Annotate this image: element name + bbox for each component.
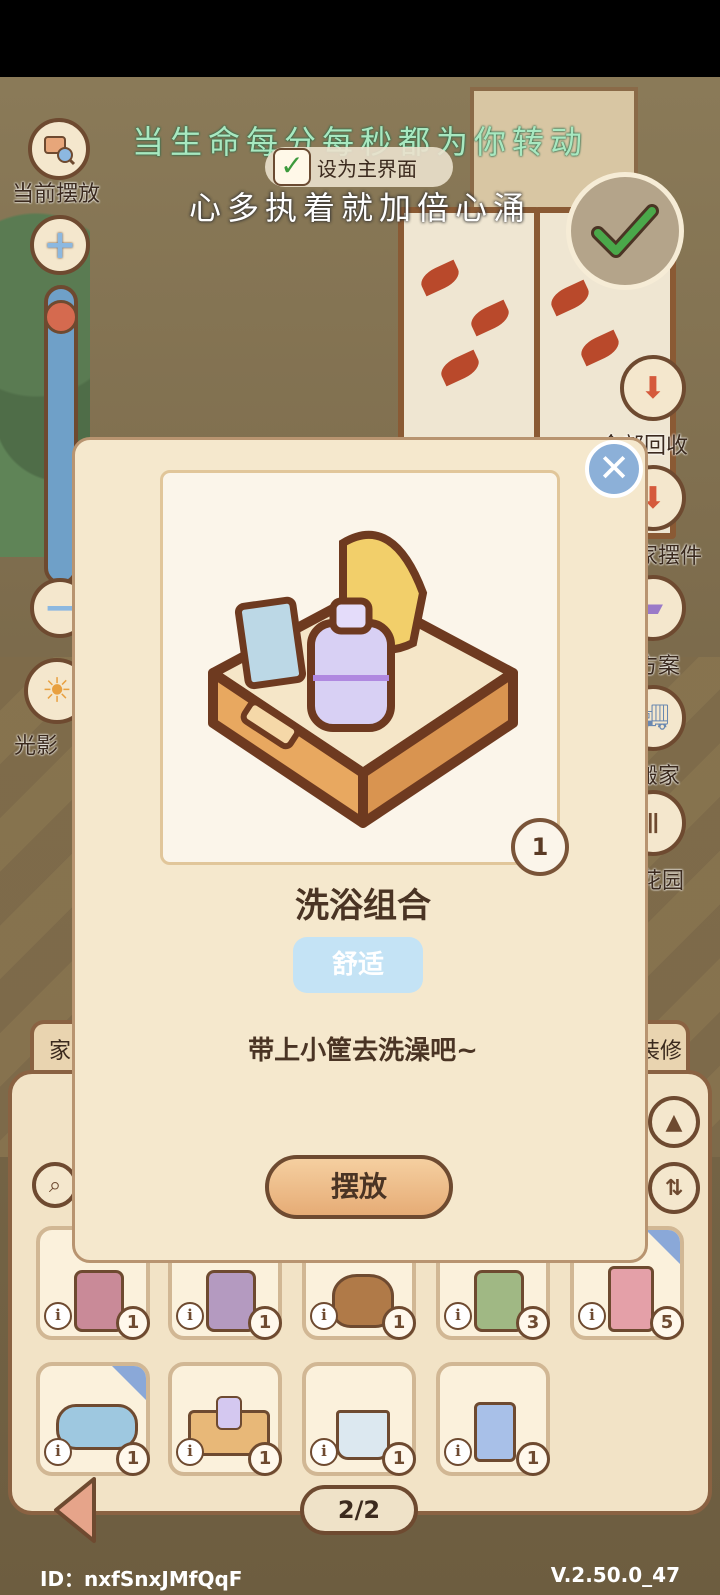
- recycle-all-button[interactable]: ⬇: [620, 355, 686, 421]
- bottle-icon: [216, 1396, 242, 1430]
- version-label: V.2.50.0_47: [550, 1563, 680, 1587]
- item-count: 1: [248, 1442, 282, 1476]
- item-count: 1: [248, 1306, 282, 1340]
- item-image-frame: [160, 470, 560, 865]
- back-arrow-icon[interactable]: [50, 1475, 100, 1545]
- user-id: ID：nxfSnxJMfQqF: [40, 1567, 243, 1591]
- item-count: 1: [116, 1442, 150, 1476]
- info-icon[interactable]: i: [578, 1302, 606, 1330]
- info-icon[interactable]: i: [444, 1438, 472, 1466]
- item-detail-dialog: 1 ✕ 洗浴组合 舒适 带上小筐去洗澡吧~ 摆放: [72, 437, 648, 1263]
- item-name: 洗浴组合: [295, 886, 431, 926]
- item-count: 5: [650, 1306, 684, 1340]
- close-icon[interactable]: ✕: [585, 440, 643, 498]
- brush-cup-icon: [336, 1410, 390, 1460]
- item-count: 1: [382, 1442, 416, 1476]
- inventory-slot[interactable]: i 1: [436, 1362, 550, 1476]
- set-main-screen-label: 设为主界面: [317, 156, 417, 181]
- item-count: 1: [116, 1306, 150, 1340]
- item-count: 1: [516, 1442, 550, 1476]
- status-bar: [0, 0, 720, 77]
- checkmark-icon: [591, 204, 659, 258]
- triangle-up-icon: ▲: [665, 1109, 683, 1135]
- quantity-badge: 1: [511, 818, 569, 876]
- sun-icon: ☀: [41, 671, 73, 711]
- light-label: 光影: [14, 734, 59, 759]
- confirm-button[interactable]: [566, 172, 684, 290]
- item-count: 3: [516, 1306, 550, 1340]
- set-main-screen-toggle[interactable]: ✓ 设为主界面: [265, 147, 453, 187]
- new-flag-icon: [112, 1366, 146, 1400]
- magnifier-icon: ⌕: [48, 1172, 62, 1198]
- info-icon[interactable]: i: [44, 1302, 72, 1330]
- info-icon[interactable]: i: [176, 1438, 204, 1466]
- zoom-slider-handle[interactable]: [44, 300, 78, 334]
- inventory-slot[interactable]: i 1: [168, 1362, 282, 1476]
- pink-bottle-icon: [608, 1266, 654, 1332]
- info-icon[interactable]: i: [176, 1302, 204, 1330]
- inventory-slot[interactable]: i 1: [302, 1362, 416, 1476]
- place-button[interactable]: 摆放: [265, 1155, 453, 1219]
- box-down-icon: ⬇: [640, 370, 666, 406]
- bath-basket-illustration: [208, 530, 518, 828]
- scroll-up-button[interactable]: ▲: [648, 1096, 700, 1148]
- item-description: 带上小筐去洗澡吧~: [248, 1036, 478, 1066]
- toothbrush-cup-icon: [474, 1402, 516, 1462]
- pillar-icon: Ⅱ: [646, 806, 660, 840]
- info-icon[interactable]: i: [444, 1302, 472, 1330]
- info-icon[interactable]: i: [310, 1438, 338, 1466]
- inventory-slot[interactable]: i 1: [36, 1362, 150, 1476]
- new-flag-icon: [646, 1230, 680, 1264]
- sort-button[interactable]: ⇅: [648, 1162, 700, 1214]
- page-indicator: 2/2: [300, 1485, 418, 1535]
- info-icon[interactable]: i: [44, 1438, 72, 1466]
- checkbox-check-icon[interactable]: ✓: [273, 148, 311, 186]
- item-count: 1: [382, 1306, 416, 1340]
- sort-icon: ⇅: [664, 1175, 684, 1201]
- info-icon[interactable]: i: [310, 1302, 338, 1330]
- comfort-tag-badge: 舒适: [293, 937, 423, 993]
